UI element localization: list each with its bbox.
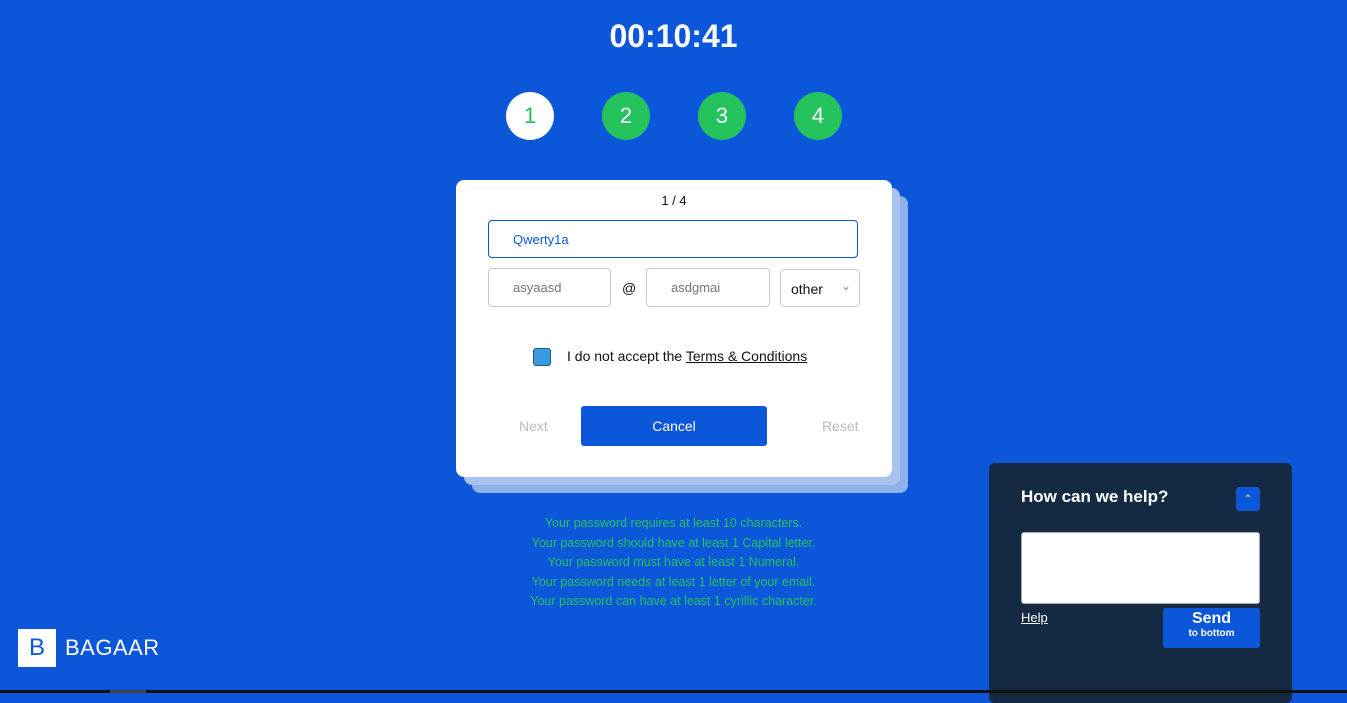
cancel-button[interactable]: Cancel [581, 406, 767, 446]
terms-checkbox[interactable] [533, 348, 551, 366]
step-1[interactable]: 1 [506, 92, 554, 140]
terms-link[interactable]: Terms & Conditions [686, 348, 807, 364]
chevron-up-icon: ⌃ [1243, 493, 1253, 505]
help-link[interactable]: Help [1021, 610, 1048, 625]
help-title: How can we help? [1021, 487, 1169, 506]
logo-mark: B [18, 629, 56, 667]
send-button[interactable]: Send to bottom [1163, 608, 1260, 648]
countdown-timer: 00:10:41 [609, 18, 738, 54]
step-indicator: 1 2 3 4 [506, 92, 842, 140]
reset-button[interactable]: Reset [822, 418, 859, 434]
send-label: Send [1191, 610, 1232, 627]
help-panel: How can we help? ⌃ Help Send to bottom [989, 463, 1292, 703]
help-message-input[interactable] [1021, 532, 1260, 604]
next-button[interactable]: Next [519, 418, 548, 434]
password-input[interactable] [488, 220, 858, 258]
form-card: 1 / 4 @ other ⌄ I do not accept the Term… [456, 180, 892, 477]
at-sign: @ [622, 280, 637, 296]
tld-selected-value: other [791, 281, 823, 297]
terms-label-text: I do not accept the [567, 348, 686, 364]
page-counter: 1 / 4 [661, 193, 687, 208]
email-user-input[interactable] [488, 268, 611, 307]
collapse-button[interactable]: ⌃ [1236, 487, 1260, 511]
step-2[interactable]: 2 [602, 92, 650, 140]
terms-label: I do not accept the Terms & Conditions [567, 348, 807, 364]
tld-select[interactable]: other ⌄ [780, 269, 860, 307]
step-4[interactable]: 4 [794, 92, 842, 140]
logo-name: BAGAAR [65, 635, 160, 660]
send-sublabel: to bottom [1188, 628, 1235, 639]
email-domain-input[interactable] [646, 268, 770, 307]
chevron-down-icon: ⌄ [840, 279, 851, 293]
step-3[interactable]: 3 [698, 92, 746, 140]
logo: B BAGAAR [18, 629, 160, 667]
